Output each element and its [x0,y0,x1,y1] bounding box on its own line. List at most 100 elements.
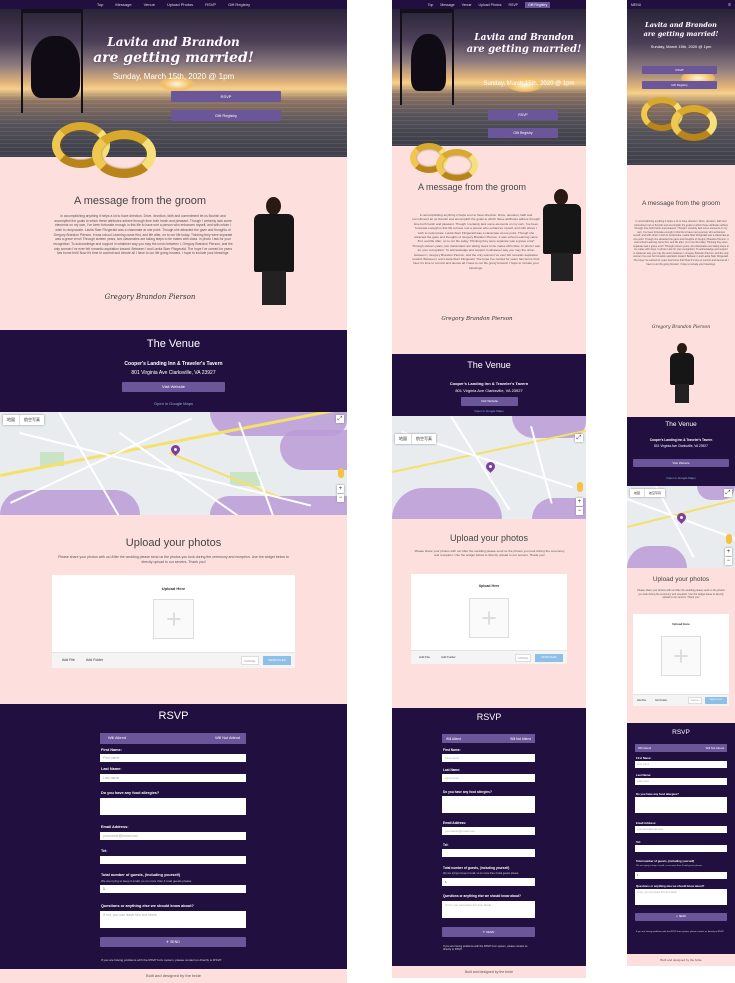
will-not-attend-option[interactable]: Will Not Attend [215,736,240,740]
nav-item-venue[interactable]: Venue [462,3,472,7]
fullscreen-icon[interactable]: ⤢ [724,489,732,497]
nav-item-top[interactable]: Top [97,2,103,7]
last-name-input[interactable]: Last name [442,774,535,782]
rsvp-send-button[interactable]: ✈ SEND [442,927,535,937]
map-type-map[interactable]: 地図 [395,434,412,444]
visit-website-button[interactable]: Visit Website [633,459,729,467]
hamburger-icon[interactable]: ≡ [728,2,731,8]
last-name-input[interactable]: Last name [100,774,246,782]
guests-input[interactable]: 1 [442,878,535,886]
allergies-input[interactable] [100,798,246,815]
add-folder-button[interactable]: Add Folder [86,658,103,662]
first-name-input[interactable]: First name [635,761,727,768]
zoom-out-button[interactable]: − [576,507,583,515]
venue-map[interactable]: 地図 航空写真 ⤢ + − [0,412,347,515]
map-type-satellite[interactable]: 航空写真 [645,489,665,497]
street-view-pegman-icon[interactable] [338,468,344,478]
cancel-upload-button[interactable]: CANCEL [515,654,531,662]
add-folder-button[interactable]: Add Folder [655,699,667,702]
upload-dropzone[interactable] [469,598,509,638]
nav-item-gift-registry[interactable]: Gift Registry [228,2,250,7]
allergies-input[interactable] [635,797,727,813]
fullscreen-icon[interactable]: ⤢ [336,415,344,423]
map-type-satellite[interactable]: 航空写真 [20,415,44,425]
map-type-map[interactable]: 地図 [630,489,646,497]
attendance-toggle[interactable]: Will Attend Will Not Attend [635,744,727,752]
rsvp-send-button[interactable]: ✈ SEND [635,913,727,921]
map-type-map[interactable]: 地図 [3,415,20,425]
rsvp-send-button[interactable]: ✈ SEND [100,937,246,947]
will-not-attend-option[interactable]: Will Not Attend [510,737,531,741]
groom-signature: Gregory Brandon Pierson [441,316,513,322]
add-file-button[interactable]: Add File [637,699,646,702]
tel-input[interactable] [442,849,535,857]
add-file-button[interactable]: Add File [62,658,75,662]
nav-item-upload-photos[interactable]: Upload Photos [479,3,502,7]
visit-website-button[interactable]: Visit Website [122,382,225,392]
rsvp-button[interactable]: RSVP [642,66,717,74]
zoom-out-button[interactable]: − [337,494,344,502]
menu-label[interactable]: MENU [631,3,641,7]
last-name-input[interactable]: Last name [635,778,727,785]
nav-item-upload-photos[interactable]: Upload Photos [167,2,193,7]
fullscreen-icon[interactable]: ⤢ [575,434,583,442]
gift-registry-button[interactable]: Gift Registry [171,110,281,121]
send-files-button[interactable]: SEND FILES [263,656,291,665]
will-attend-option[interactable]: Will Attend [108,736,126,740]
zoom-in-button[interactable]: + [576,498,583,506]
will-attend-option[interactable]: Will Attend [446,737,461,741]
rsvp-section: RSVP Will Attend Will Not Attend First N… [0,704,347,969]
will-not-attend-option[interactable]: Will Not Attend [706,746,724,750]
upload-body: Please share your photos with us! After … [414,549,565,558]
attendance-toggle[interactable]: Will Attend Will Not Attend [100,733,246,744]
zoom-in-button[interactable]: + [337,485,344,493]
nav-item-top[interactable]: Top [428,3,434,7]
gift-registry-button[interactable]: Gift Registry [642,81,717,89]
first-name-input[interactable]: First name [100,754,246,762]
nav-item-rsvp[interactable]: RSVP [508,3,518,7]
will-attend-option[interactable]: Will Attend [638,746,651,750]
email-input[interactable]: yourname@email.com [635,826,727,833]
add-file-button[interactable]: Add File [419,655,430,659]
open-google-maps-link[interactable]: Open in Google Maps [392,409,586,413]
nav-item-message[interactable]: Message [440,3,454,7]
email-input[interactable]: yourname@email.com [442,827,535,835]
gift-registry-button[interactable]: Gift Registry [488,128,558,138]
visit-website-button[interactable]: Visit Website [461,397,518,406]
first-name-input[interactable]: First name [442,754,535,762]
tel-input[interactable] [100,856,246,864]
add-folder-button[interactable]: Add Folder [441,655,456,659]
rsvp-button[interactable]: RSVP [171,91,281,102]
zoom-in-button[interactable]: + [725,548,732,556]
attendance-toggle[interactable]: Will Attend Will Not Attend [442,734,535,743]
email-input[interactable]: yourname@email.com [100,832,246,840]
questions-input[interactable]: If not, you can leave this box blank [442,901,535,918]
nav-item-rsvp[interactable]: RSVP [205,2,216,7]
questions-input[interactable]: If not, you can leave this box blank [100,911,246,928]
zoom-out-button[interactable]: − [725,557,732,565]
upload-dropzone[interactable] [153,599,194,639]
rsvp-button[interactable]: RSVP [488,110,558,120]
questions-input[interactable]: If not, you can leave this box blank [635,889,727,905]
nav-item-gift-registry[interactable]: Gift Registry [525,1,551,8]
venue-map[interactable]: 地図 航空写真 ⤢ + − [392,416,586,519]
allergies-input[interactable] [442,796,535,813]
guests-input[interactable]: 1 [635,872,727,879]
street-view-pegman-icon[interactable] [726,534,732,544]
map-type-satellite[interactable]: 航空写真 [412,434,436,444]
venue-map[interactable]: 地図 航空写真 ⤢ + − [627,486,735,568]
send-files-button[interactable]: SEND FILES [535,654,563,662]
open-google-maps-link[interactable]: Open in Google Maps [627,476,735,480]
hero-date: Sunday, March 15th, 2020 @ 1pm [483,81,575,87]
guests-input[interactable]: 1 [100,885,246,893]
nav-item-message[interactable]: Message [115,2,131,7]
street-view-pegman-icon[interactable] [577,482,583,492]
last-name-label: Last Name: [443,768,461,772]
cancel-upload-button[interactable]: CANCEL [241,656,259,665]
nav-item-venue[interactable]: Venue [144,2,155,7]
open-google-maps-link[interactable]: Open in Google Maps [0,401,347,406]
upload-dropzone[interactable] [661,636,701,676]
send-files-button[interactable]: SEND FILES [705,697,727,704]
cancel-upload-button[interactable]: CANCEL [688,697,702,704]
tel-input[interactable] [635,845,727,852]
